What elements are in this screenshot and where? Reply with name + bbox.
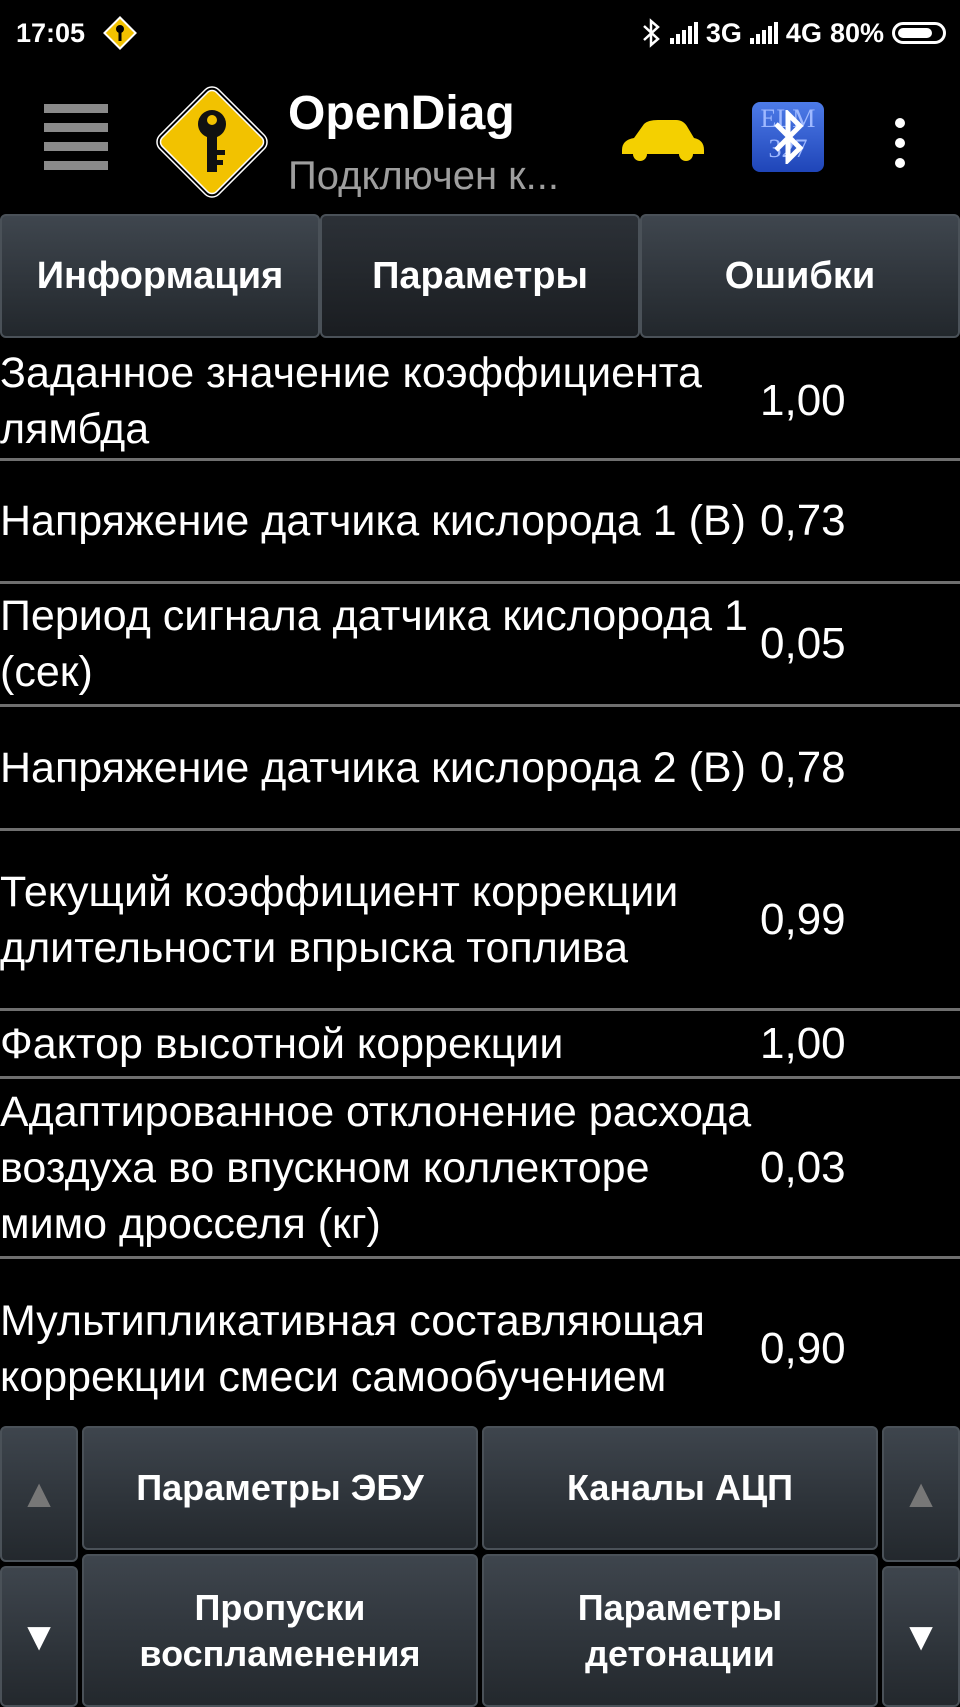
opendiag-notification-icon [103,16,138,50]
param-value: 0,73 [760,496,846,545]
param-name: Заданное значение коэффициента лямбда [0,349,702,453]
bluetooth-icon [643,18,660,48]
param-name: Адаптированное отклонение расхода воздух… [0,1087,752,1248]
app-bar: OpenDiag Подключен к... ELM 327 [0,66,960,212]
param-value: 0,05 [760,619,846,668]
tab-information[interactable]: Информация [0,214,320,338]
list-item: Адаптированное отклонение расхода воздух… [0,1079,960,1259]
param-name: Напряжение датчика кислорода 1 (В) [0,497,746,545]
signal-4g-icon [749,22,778,44]
status-bar: 17:05 3G 4G 80% [0,0,960,66]
scroll-down-left-button[interactable]: ▼ [0,1566,78,1707]
list-item: Период сигнала датчика кислорода 1 (сек)… [0,584,960,707]
list-item: Заданное значение коэффициента лямбда 1,… [0,344,960,461]
ecu-params-button[interactable]: Параметры ЭБУ [82,1426,478,1550]
app-logo [156,86,268,198]
adc-channels-button[interactable]: Каналы АЦП [482,1426,878,1550]
network-4g-label: 4G [785,17,822,48]
battery-percent: 80% [829,17,884,48]
param-value: 0,78 [760,742,846,792]
param-name: Фактор высотной коррекции [0,1019,564,1068]
scroll-up-right-button[interactable]: ▲ [882,1426,960,1562]
tab-parameters[interactable]: Параметры [320,214,640,338]
parameter-list[interactable]: Заданное значение коэффициента лямбда 1,… [0,344,960,1424]
status-time: 17:05 [16,17,86,48]
tab-errors[interactable]: Ошибки [640,214,960,338]
overflow-menu-icon[interactable] [890,118,910,168]
param-value: 0,99 [760,894,846,944]
param-value: 0,03 [760,1142,846,1192]
scroll-up-left-button[interactable]: ▲ [0,1426,78,1562]
param-value: 1,00 [760,376,846,425]
scroll-down-right-button[interactable]: ▼ [882,1566,960,1707]
tab-bar: Информация Параметры Ошибки [0,212,960,342]
param-value: 1,00 [760,1018,846,1068]
bottom-nav: ▲ ▼ Параметры ЭБУ Каналы АЦП Пропуски во… [0,1424,960,1707]
network-3g-label: 3G [705,17,742,48]
param-name: Период сигнала датчика кислорода 1 (сек) [0,592,748,696]
param-value: 0,90 [760,1324,846,1373]
signal-3g-icon [669,22,698,44]
app-title: OpenDiag [288,87,515,140]
misfires-button[interactable]: Пропуски воспламенения [82,1554,478,1707]
param-name: Текущий коэффициент коррекции длительнос… [0,867,679,972]
elm327-bluetooth-icon[interactable]: ELM 327 [752,102,824,172]
param-name: Мультипликативная составляющая коррекции… [0,1297,705,1401]
knock-params-button[interactable]: Параметры детонации [482,1554,878,1707]
list-item: Фактор высотной коррекции 1,00 [0,1011,960,1079]
list-item: Напряжение датчика кислорода 1 (В) 0,73 [0,461,960,584]
list-item: Мультипликативная составляющая коррекции… [0,1259,960,1424]
list-item: Текущий коэффициент коррекции длительнос… [0,831,960,1011]
connection-status: Подключен к... [288,154,559,198]
param-name: Напряжение датчика кислорода 2 (В) [0,743,746,792]
battery-icon [892,22,946,44]
list-item: Напряжение датчика кислорода 2 (В) 0,78 [0,707,960,831]
menu-icon[interactable] [44,104,108,170]
car-icon[interactable] [618,116,706,164]
